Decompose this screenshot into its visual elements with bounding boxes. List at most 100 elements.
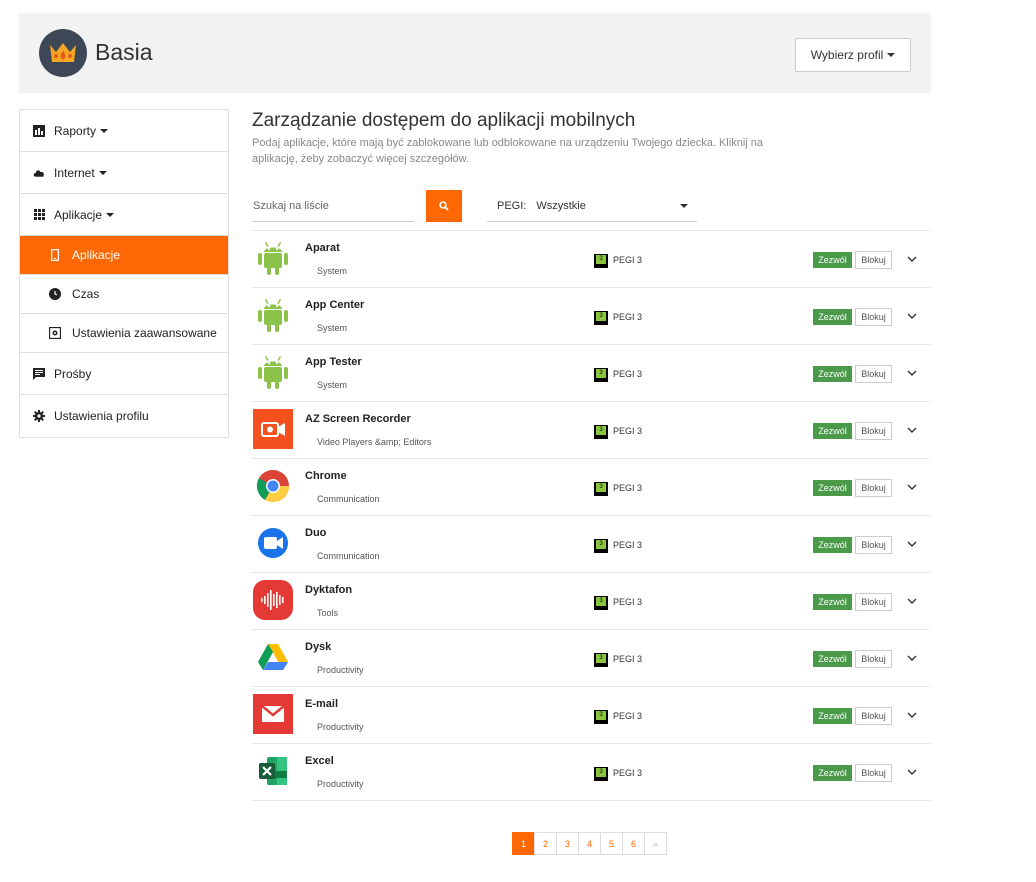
allow-button[interactable]: Zezwól [813, 480, 852, 496]
page-button[interactable]: 3 [556, 832, 579, 855]
app-row[interactable]: Duo Communication 3 PEGI 3 Zezwól Blokuj [252, 516, 931, 573]
app-row[interactable]: E-mail Productivity 3 PEGI 3 Zezwól Blokuj [252, 687, 931, 744]
app-category: Productivity [317, 779, 364, 789]
block-button[interactable]: Blokuj [855, 707, 892, 725]
app-row[interactable]: Dyktafon Tools 3 PEGI 3 Zezwól Blokuj [252, 573, 931, 630]
app-category: Communication [317, 494, 380, 504]
caret-down-icon [98, 170, 107, 175]
block-button[interactable]: Blokuj [855, 365, 892, 383]
allow-button[interactable]: Zezwól [813, 423, 852, 439]
clock-icon [49, 288, 61, 300]
block-button[interactable]: Blokuj [855, 251, 892, 269]
chevron-down-icon[interactable] [906, 538, 918, 550]
pegi-rating: PEGI 3 [613, 597, 643, 607]
search-button[interactable] [426, 190, 462, 222]
pegi-rating: PEGI 3 [613, 654, 643, 664]
allow-button[interactable]: Zezwól [813, 594, 852, 610]
allow-button[interactable]: Zezwól [813, 708, 852, 724]
sidebar-item-profile-settings[interactable]: Ustawienia profilu [20, 395, 228, 437]
block-button[interactable]: Blokuj [855, 308, 892, 326]
app-category: System [317, 323, 348, 333]
choose-profile-button[interactable]: Wybierz profil [795, 38, 911, 72]
chevron-down-icon[interactable] [906, 424, 918, 436]
screen-recorder-icon [253, 409, 293, 449]
pegi-filter-select[interactable]: PEGI: Wszystkie [487, 190, 697, 222]
chevron-down-icon[interactable] [906, 709, 918, 721]
sidebar-item-label: Aplikacje [54, 207, 103, 222]
pegi-badge-digit: 3 [596, 426, 606, 435]
block-button[interactable]: Blokuj [855, 479, 892, 497]
sidebar-item-aplikacje[interactable]: Aplikacje [20, 194, 228, 236]
allow-button[interactable]: Zezwól [813, 252, 852, 268]
page-button[interactable]: 5 [600, 832, 623, 855]
block-button[interactable]: Blokuj [855, 536, 892, 554]
caret-down-icon [106, 212, 115, 217]
duo-icon [253, 523, 293, 563]
app-row[interactable]: Excel Productivity 3 PEGI 3 Zezwól Blokuj [252, 744, 931, 801]
sidebar-item-prosby[interactable]: Prośby [20, 353, 228, 395]
pegi-3-icon: 3 [594, 653, 608, 667]
pegi-filter-value: Wszystkie [536, 199, 586, 212]
app-name: Duo [305, 527, 327, 539]
block-button[interactable]: Blokuj [855, 650, 892, 668]
app-category: Productivity [317, 665, 364, 675]
grid-icon [33, 209, 45, 221]
chevron-down-icon[interactable] [906, 253, 918, 265]
allow-button[interactable]: Zezwól [813, 765, 852, 781]
android-icon [253, 238, 293, 278]
chevron-down-icon[interactable] [906, 481, 918, 493]
pegi-3-icon: 3 [594, 596, 608, 610]
chevron-down-icon[interactable] [906, 310, 918, 322]
pegi-badge-digit: 3 [596, 483, 606, 492]
page-button[interactable]: 6 [622, 832, 645, 855]
pegi-3-icon: 3 [594, 425, 608, 439]
allow-button[interactable]: Zezwól [813, 366, 852, 382]
drive-icon [253, 637, 293, 677]
pegi-badge-digit: 3 [596, 312, 606, 321]
app-row[interactable]: App Tester System 3 PEGI 3 Zezwól Blokuj [252, 345, 931, 402]
allow-button[interactable]: Zezwól [813, 537, 852, 553]
crown-icon [50, 43, 76, 62]
allow-button[interactable]: Zezwól [813, 651, 852, 667]
app-list: Aparat System 3 PEGI 3 Zezwól Blokuj App Cente… [252, 230, 931, 801]
android-icon [253, 352, 293, 392]
app-row[interactable]: App Center System 3 PEGI 3 Zezwól Blokuj [252, 288, 931, 345]
page-button[interactable]: 1 [512, 832, 535, 855]
chevron-down-icon[interactable] [906, 367, 918, 379]
sidebar-item-raporty[interactable]: Raporty [20, 110, 228, 152]
chevron-down-icon[interactable] [906, 766, 918, 778]
pegi-badge-digit: 3 [596, 768, 606, 777]
app-name: Aparat [305, 242, 340, 254]
app-name: App Center [305, 299, 365, 311]
caret-down-icon [100, 128, 109, 133]
pegi-3-icon: 3 [594, 710, 608, 724]
sidebar-subitem-aplikacje[interactable]: Aplikacje [20, 236, 228, 275]
app-row[interactable]: Dysk Productivity 3 PEGI 3 Zezwól Blokuj [252, 630, 931, 687]
block-button[interactable]: Blokuj [855, 422, 892, 440]
sidebar-subitem-advanced-settings[interactable]: Ustawienia zaawansowane [20, 314, 228, 353]
allow-button[interactable]: Zezwól [813, 309, 852, 325]
sidebar-item-label: Prośby [54, 366, 92, 381]
chrome-icon [253, 466, 293, 506]
app-row[interactable]: Aparat System 3 PEGI 3 Zezwól Blokuj [252, 231, 931, 288]
bar-chart-icon [33, 124, 45, 137]
sidebar: Raporty Internet Aplikacje Aplikacje Cza… [19, 109, 229, 438]
pegi-3-icon: 3 [594, 311, 608, 325]
app-row[interactable]: AZ Screen Recorder Video Players &amp; Ed… [252, 402, 931, 459]
page-button[interactable]: 2 [534, 832, 557, 855]
chevron-down-icon[interactable] [906, 595, 918, 607]
sidebar-item-internet[interactable]: Internet [20, 152, 228, 194]
pegi-badge-digit: 3 [596, 711, 606, 720]
search-input[interactable] [252, 190, 414, 222]
pegi-rating: PEGI 3 [613, 768, 643, 778]
sidebar-subitem-czas[interactable]: Czas [20, 275, 228, 314]
app-row[interactable]: Chrome Communication 3 PEGI 3 Zezwól Blokuj [252, 459, 931, 516]
block-button[interactable]: Blokuj [855, 764, 892, 782]
gear-icon [33, 410, 45, 422]
pegi-filter-label: PEGI: [497, 199, 527, 212]
next-page-button[interactable]: » [644, 832, 667, 855]
block-button[interactable]: Blokuj [855, 593, 892, 611]
pegi-3-icon: 3 [594, 539, 608, 553]
chevron-down-icon[interactable] [906, 652, 918, 664]
page-button[interactable]: 4 [578, 832, 601, 855]
